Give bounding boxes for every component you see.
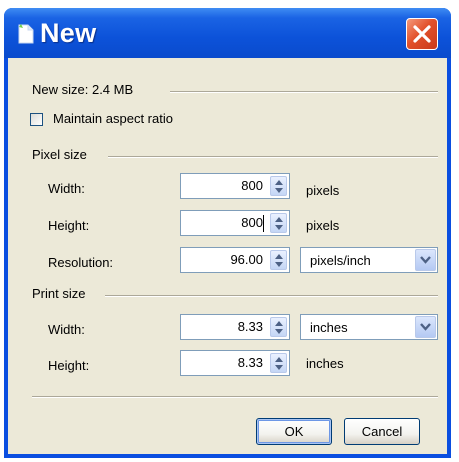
print-size-label: Print size — [32, 286, 86, 301]
spin-updown-icon[interactable] — [270, 176, 287, 196]
window-title: New — [40, 18, 97, 48]
print-unit-value[interactable]: inches — [310, 320, 348, 335]
resolution-value[interactable]: 96.00 — [230, 252, 263, 267]
separator — [170, 91, 438, 93]
spin-updown-icon[interactable] — [270, 353, 287, 373]
pixel-width-unit: pixels — [306, 183, 340, 198]
separator — [105, 295, 438, 297]
maintain-aspect-checkbox[interactable] — [30, 113, 43, 126]
print-height-unit: inches — [306, 356, 344, 371]
ok-button[interactable]: OK — [256, 418, 332, 445]
print-height-label: Height: — [48, 358, 90, 373]
pixel-height-unit: pixels — [306, 218, 340, 233]
print-unit-dropdown[interactable]: inches — [300, 314, 438, 340]
separator — [32, 396, 438, 398]
chevron-down-icon[interactable] — [415, 249, 436, 271]
pixel-size-label: Pixel size — [32, 147, 87, 162]
pixel-height-label: Height: — [48, 218, 90, 233]
pixel-width-value[interactable]: 800 — [241, 178, 263, 193]
separator — [108, 156, 438, 158]
print-height-value[interactable]: 8.33 — [238, 355, 263, 370]
resolution-unit-value[interactable]: pixels/inch — [310, 253, 371, 268]
new-document-icon — [18, 24, 34, 44]
pixel-height-value[interactable]: 800 — [241, 215, 263, 230]
print-height-spinner[interactable]: 8.33 — [180, 350, 290, 376]
new-size-label: New size: 2.4 MB — [32, 82, 134, 97]
chevron-down-icon[interactable] — [415, 316, 436, 338]
close-button[interactable] — [406, 18, 438, 50]
print-width-label: Width: — [48, 322, 85, 337]
print-width-value[interactable]: 8.33 — [238, 319, 263, 334]
cancel-button[interactable]: Cancel — [344, 418, 420, 445]
text-caret — [263, 215, 264, 232]
spin-updown-icon[interactable] — [270, 250, 287, 270]
pixel-height-spinner[interactable]: 800 — [180, 210, 290, 236]
resolution-label: Resolution: — [48, 255, 114, 270]
close-icon — [413, 25, 431, 43]
spin-updown-icon[interactable] — [270, 213, 287, 233]
spin-updown-icon[interactable] — [270, 317, 287, 337]
resolution-unit-dropdown[interactable]: pixels/inch — [300, 247, 438, 273]
resolution-spinner[interactable]: 96.00 — [180, 247, 290, 273]
pixel-width-spinner[interactable]: 800 — [180, 173, 290, 199]
pixel-width-label: Width: — [48, 181, 85, 196]
window-border — [4, 454, 451, 458]
title-bar[interactable]: New — [4, 8, 451, 58]
maintain-aspect-label[interactable]: Maintain aspect ratio — [53, 111, 173, 126]
print-width-spinner[interactable]: 8.33 — [180, 314, 290, 340]
